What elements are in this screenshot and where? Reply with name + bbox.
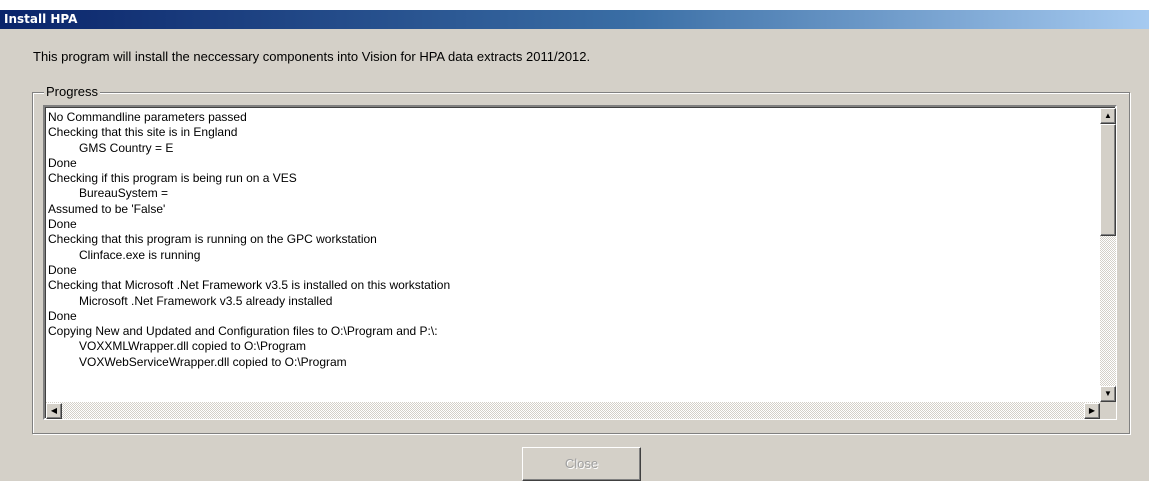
- progress-log[interactable]: No Commandline parameters passed Checking…: [43, 105, 1117, 420]
- progress-group-label: Progress: [44, 84, 101, 100]
- log-line: Checking that this program is running on…: [48, 232, 377, 247]
- window-title: Install HPA: [4, 12, 78, 26]
- log-line: Assumed to be 'False': [48, 201, 166, 216]
- log-line: No Commandline parameters passed: [48, 110, 247, 124]
- title-bar-gradient: [0, 10, 1149, 29]
- vertical-scroll-thumb[interactable]: [1100, 124, 1116, 236]
- log-line: Checking if this program is being run on…: [48, 171, 297, 186]
- scroll-right-icon[interactable]: ▶: [1084, 403, 1100, 419]
- log-line: Done: [48, 262, 77, 277]
- log-line: Checking that this site is in England: [48, 125, 238, 140]
- horizontal-scrollbar[interactable]: [46, 402, 1100, 419]
- log-lines: No Commandline parameters passed Checking…: [48, 110, 1100, 402]
- intro-text: This program will install the neccessary…: [33, 49, 591, 64]
- close-button[interactable]: Close: [522, 447, 641, 481]
- log-line: Checking that Microsoft .Net Framework v…: [48, 278, 451, 293]
- log-line: Done: [48, 217, 77, 232]
- log-line: Clinface.exe is running: [79, 247, 201, 262]
- log-line: Done: [48, 308, 77, 323]
- log-line: BureauSystem =: [79, 186, 169, 201]
- title-bar[interactable]: Install HPA: [0, 0, 1149, 29]
- scrollbar-corner: [1100, 402, 1116, 419]
- log-line: Copying New and Updated and Configuratio…: [48, 324, 438, 339]
- scroll-up-icon[interactable]: ▲: [1100, 108, 1116, 124]
- log-line: Microsoft .Net Framework v3.5 already in…: [79, 293, 333, 308]
- scroll-left-icon[interactable]: ◀: [46, 403, 62, 419]
- progress-log-frame: No Commandline parameters passed Checking…: [45, 107, 1116, 419]
- scroll-down-icon[interactable]: ▼: [1100, 386, 1116, 402]
- log-line: VOXXMLWrapper.dll copied to O:\Program: [79, 339, 306, 354]
- log-line: VOXWebServiceWrapper.dll copied to O:\Pr…: [79, 354, 347, 369]
- log-line: GMS Country = E: [79, 140, 174, 155]
- log-line: Done: [48, 155, 77, 170]
